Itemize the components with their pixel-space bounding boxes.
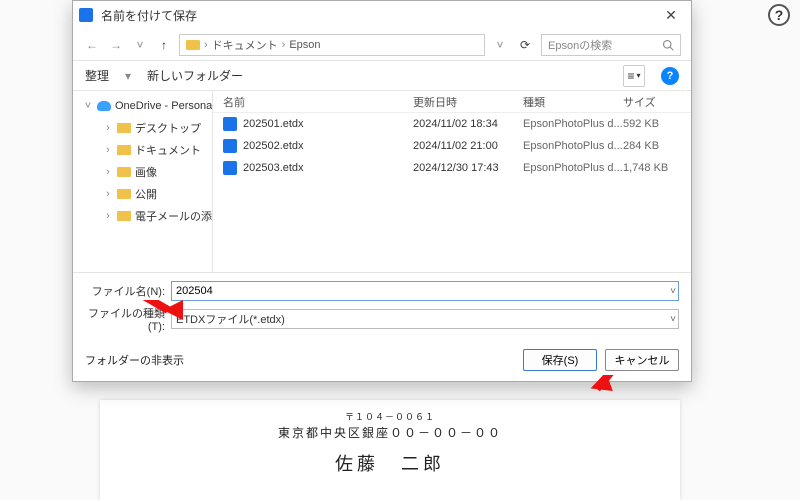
- app-help-icon[interactable]: ?: [768, 4, 790, 26]
- folder-tree: ˅ OneDrive - Personal › デスクトップ › ドキュメント …: [73, 91, 213, 272]
- toolbar: 整理 ▾ 新しいフォルダー ≡ ▾ ?: [73, 61, 691, 91]
- expand-icon[interactable]: ›: [103, 188, 113, 200]
- cancel-button[interactable]: キャンセル: [605, 349, 679, 371]
- file-icon: [223, 117, 237, 131]
- tree-label: OneDrive - Personal: [115, 100, 212, 112]
- file-size: 284 KB: [623, 140, 683, 152]
- onedrive-icon: [97, 101, 111, 111]
- breadcrumb-segment[interactable]: Epson: [289, 39, 320, 51]
- file-row[interactable]: 202501.etdx 2024/11/02 18:34EpsonPhotoPlu…: [213, 113, 691, 135]
- doc-name: 佐藤 二郎: [100, 450, 680, 479]
- file-date: 2024/11/02 21:00: [413, 140, 523, 152]
- filetype-label: ファイルの種類(T):: [85, 305, 165, 333]
- folder-icon: [117, 145, 131, 155]
- tree-item-email-attachments[interactable]: › 電子メールの添付: [73, 205, 212, 227]
- tree-label: 画像: [135, 164, 157, 180]
- dialog-help-icon[interactable]: ?: [661, 67, 679, 85]
- tree-item-public[interactable]: › 公開: [73, 183, 212, 205]
- file-list-pane: 名前 更新日時 種類 サイズ 202501.etdx 2024/11/02 18:…: [213, 91, 691, 272]
- tree-label: 電子メールの添付: [135, 208, 212, 224]
- breadcrumb[interactable]: › ドキュメント › Epson: [179, 34, 485, 56]
- breadcrumb-segment[interactable]: ドキュメント: [212, 37, 278, 53]
- file-date: 2024/11/02 18:34: [413, 118, 523, 130]
- filetype-value: ETDXファイル(*.etdx): [176, 311, 285, 327]
- file-row[interactable]: 202502.etdx 2024/11/02 21:00EpsonPhotoPlu…: [213, 135, 691, 157]
- tree-label: デスクトップ: [135, 120, 201, 136]
- filename-input-field[interactable]: [176, 285, 674, 297]
- folder-icon: [186, 40, 200, 50]
- col-name[interactable]: 名前: [223, 94, 413, 110]
- breadcrumb-dropdown-icon[interactable]: ˅: [491, 38, 509, 52]
- col-date[interactable]: 更新日時: [413, 94, 523, 110]
- file-type: EpsonPhotoPlus d...: [523, 118, 623, 130]
- col-type[interactable]: 種類: [523, 94, 623, 110]
- filename-panel: ファイル名(N): ˅ ファイルの種類(T): ETDXファイル(*.etdx)…: [73, 272, 691, 343]
- folder-icon: [117, 167, 131, 177]
- column-headers: 名前 更新日時 種類 サイズ: [213, 91, 691, 113]
- save-as-dialog: 名前を付けて保存 ✕ ← → ˅ ↑ › ドキュメント › Epson ˅ ⟳ …: [72, 0, 692, 382]
- address-bar: ← → ˅ ↑ › ドキュメント › Epson ˅ ⟳ Epsonの検索: [73, 29, 691, 61]
- file-type: EpsonPhotoPlus d...: [523, 162, 623, 174]
- file-name: 202502.etdx: [243, 140, 304, 152]
- new-folder-button[interactable]: 新しいフォルダー: [147, 67, 243, 84]
- search-input[interactable]: Epsonの検索: [541, 34, 681, 56]
- tree-item-pictures[interactable]: › 画像: [73, 161, 212, 183]
- filetype-select[interactable]: ETDXファイル(*.etdx) ˅: [171, 309, 679, 329]
- folder-icon: [117, 123, 131, 133]
- file-row[interactable]: 202503.etdx 2024/12/30 17:43EpsonPhotoPlu…: [213, 157, 691, 179]
- file-date: 2024/12/30 17:43: [413, 162, 523, 174]
- forward-button[interactable]: →: [107, 38, 125, 52]
- file-name: 202501.etdx: [243, 118, 304, 130]
- tree-label: 公開: [135, 186, 157, 202]
- file-size: 1,748 KB: [623, 162, 683, 174]
- view-options-button[interactable]: ≡ ▾: [623, 65, 645, 87]
- dialog-title: 名前を付けて保存: [101, 7, 197, 24]
- close-button[interactable]: ✕: [657, 1, 685, 29]
- chevron-right-icon: ›: [282, 39, 286, 51]
- organize-menu[interactable]: 整理: [85, 67, 109, 84]
- file-type: EpsonPhotoPlus d...: [523, 140, 623, 152]
- hide-folders-toggle[interactable]: フォルダーの非表示: [85, 352, 184, 368]
- expand-icon[interactable]: ›: [103, 122, 113, 134]
- expand-icon[interactable]: ›: [103, 166, 113, 178]
- up-button[interactable]: ↑: [155, 38, 173, 52]
- doc-zip: 〒１０４－００６１: [100, 410, 680, 424]
- tree-item-onedrive[interactable]: ˅ OneDrive - Personal: [73, 95, 212, 117]
- file-size: 592 KB: [623, 118, 683, 130]
- recent-dropdown-icon[interactable]: ˅: [131, 38, 149, 52]
- chevron-right-icon: ›: [204, 39, 208, 51]
- col-size[interactable]: サイズ: [623, 94, 683, 110]
- folder-icon: [117, 211, 131, 221]
- search-icon: [662, 39, 674, 51]
- folder-icon: [117, 189, 131, 199]
- chevron-down-icon[interactable]: ˅: [670, 314, 676, 325]
- doc-address: 東京都中央区銀座００－００－００: [100, 424, 680, 443]
- filename-label: ファイル名(N):: [85, 283, 165, 299]
- tree-label: ドキュメント: [135, 142, 201, 158]
- save-button[interactable]: 保存(S): [523, 349, 597, 371]
- file-name: 202503.etdx: [243, 162, 304, 174]
- back-button[interactable]: ←: [83, 38, 101, 52]
- collapse-icon[interactable]: ˅: [83, 100, 93, 112]
- chevron-down-icon[interactable]: ˅: [670, 286, 676, 297]
- tree-item-documents[interactable]: › ドキュメント: [73, 139, 212, 161]
- filename-input[interactable]: ˅: [171, 281, 679, 301]
- epson-app-icon: [79, 8, 93, 22]
- dialog-footer: フォルダーの非表示 保存(S) キャンセル: [73, 343, 691, 381]
- refresh-button[interactable]: ⟳: [515, 38, 535, 52]
- file-icon: [223, 139, 237, 153]
- file-icon: [223, 161, 237, 175]
- expand-icon[interactable]: ›: [103, 210, 113, 222]
- expand-icon[interactable]: ›: [103, 144, 113, 156]
- titlebar: 名前を付けて保存 ✕: [73, 1, 691, 29]
- tree-item-desktop[interactable]: › デスクトップ: [73, 117, 212, 139]
- background-document: 〒１０４－００６１ 東京都中央区銀座００－００－００ 佐藤 二郎: [100, 400, 680, 500]
- search-placeholder: Epsonの検索: [548, 37, 612, 53]
